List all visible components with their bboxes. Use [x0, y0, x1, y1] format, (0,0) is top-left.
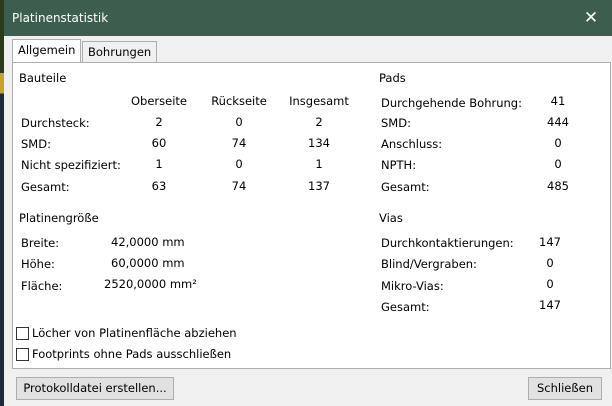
pads-label-durchgehende-bohrung: Durchgehende Bohrung: — [381, 96, 522, 110]
row-label-smd: SMD: — [21, 137, 51, 151]
row-label-durchsteck: Durchsteck: — [21, 116, 90, 130]
value-smd-rueckseite: 74 — [231, 136, 247, 150]
section-heading-platinengroesse: Platinengröße — [19, 211, 99, 225]
size-label-flaeche: Fläche: — [21, 279, 63, 293]
section-heading-bauteile: Bauteile — [19, 71, 67, 85]
section-heading-pads: Pads — [379, 71, 406, 85]
value-smd-insgesamt: 134 — [308, 136, 330, 150]
pads-label-anschluss: Anschluss: — [381, 137, 443, 151]
size-value-breite: 42,0000 mm — [111, 235, 185, 249]
value-nicht-spezifiziert-rueckseite: 0 — [235, 157, 243, 171]
tab-bohrungen[interactable]: Bohrungen — [82, 41, 158, 63]
tab-panel-allgemein: Bauteile Oberseite Rückseite Insgesamt D… — [12, 62, 611, 369]
window-title: Platinenstatistik — [12, 11, 109, 25]
generate-report-button[interactable]: Protokolldatei erstellen... — [16, 377, 174, 400]
size-value-hoehe: 60,0000 mm — [111, 256, 185, 270]
vias-value-blind-vergraben: 0 — [546, 256, 554, 270]
checkbox-exclude-padless-footprints-label[interactable]: Footprints ohne Pads ausschließen — [32, 347, 231, 361]
pads-value-smd: 444 — [547, 115, 569, 129]
column-header-insgesamt: Insgesamt — [289, 94, 349, 108]
close-button[interactable]: Schließen — [528, 377, 602, 400]
section-heading-vias: Vias — [379, 211, 403, 225]
title-bar[interactable]: Platinenstatistik ✕ — [4, 0, 612, 36]
vias-value-durchkontaktierungen: 147 — [539, 235, 561, 249]
value-durchsteck-rueckseite: 0 — [235, 115, 243, 129]
row-label-gesamt: Gesamt: — [21, 180, 70, 194]
board-statistics-dialog: Platinenstatistik ✕ Allgemein Bohrungen … — [4, 0, 612, 406]
value-nicht-spezifiziert-insgesamt: 1 — [315, 157, 323, 171]
pads-label-smd: SMD: — [381, 116, 411, 130]
value-smd-oberseite: 60 — [151, 136, 167, 150]
value-gesamt-oberseite: 63 — [151, 179, 167, 193]
pads-value-anschluss: 0 — [554, 136, 562, 150]
tab-allgemein[interactable]: Allgemein — [12, 39, 82, 62]
pads-value-durchgehende-bohrung: 41 — [550, 94, 566, 108]
close-icon[interactable]: ✕ — [578, 6, 604, 30]
pads-value-gesamt: 485 — [547, 179, 569, 193]
value-nicht-spezifiziert-oberseite: 1 — [155, 157, 163, 171]
value-gesamt-insgesamt: 137 — [308, 179, 330, 193]
vias-value-gesamt: 147 — [539, 298, 561, 312]
size-value-flaeche: 2520,0000 mm² — [104, 277, 197, 291]
checkbox-subtract-holes-label[interactable]: Löcher von Platinenfläche abziehen — [32, 326, 237, 340]
vias-label-mikro-vias: Mikro-Vias: — [381, 279, 444, 293]
checkbox-subtract-holes[interactable] — [16, 327, 29, 340]
column-header-oberseite: Oberseite — [130, 94, 188, 108]
size-label-breite: Breite: — [21, 236, 60, 250]
vias-label-durchkontaktierungen: Durchkontaktierungen: — [381, 236, 514, 250]
value-gesamt-rueckseite: 74 — [231, 179, 247, 193]
row-label-nicht-spezifiziert: Nicht spezifiziert: — [21, 158, 121, 172]
size-label-hoehe: Höhe: — [21, 257, 55, 271]
value-durchsteck-insgesamt: 2 — [315, 115, 323, 129]
vias-value-mikro-vias: 0 — [546, 277, 554, 291]
value-durchsteck-oberseite: 2 — [155, 115, 163, 129]
vias-label-blind-vergraben: Blind/Vergraben: — [381, 257, 477, 271]
checkbox-exclude-padless-footprints[interactable] — [16, 348, 29, 361]
column-header-rueckseite: Rückseite — [211, 94, 267, 108]
pads-value-npth: 0 — [554, 157, 562, 171]
pads-label-gesamt: Gesamt: — [381, 180, 430, 194]
vias-label-gesamt: Gesamt: — [381, 300, 430, 314]
pads-label-npth: NPTH: — [381, 158, 417, 172]
